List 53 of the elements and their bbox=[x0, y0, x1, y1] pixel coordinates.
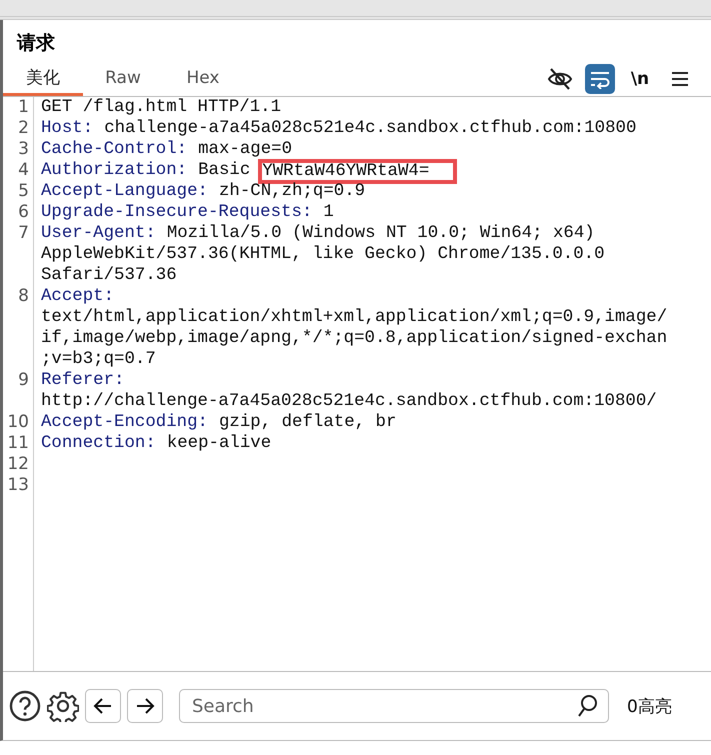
forward-button[interactable] bbox=[127, 689, 163, 723]
left-arrow-icon bbox=[93, 697, 113, 715]
header-value: 1 bbox=[323, 203, 334, 222]
header-value: Safari/537.36 bbox=[41, 266, 177, 285]
header-name: Host: bbox=[41, 119, 94, 138]
header-value: text/html,application/xhtml+xml,application/xml;q=0.9,image/ bbox=[41, 308, 668, 327]
panel-title: 请求 bbox=[16, 31, 56, 56]
newline-toggle[interactable]: \n bbox=[625, 64, 655, 94]
line-number: 4 bbox=[3, 160, 34, 181]
line-number: 9 bbox=[3, 370, 34, 412]
header-value: gzip, deflate, br bbox=[218, 413, 396, 432]
line-number: 5 bbox=[3, 181, 34, 202]
header-name: Referer: bbox=[41, 371, 124, 390]
header-name: Cache-Control: bbox=[41, 140, 188, 159]
highlight-count: 0高亮 bbox=[627, 696, 672, 718]
help-icon[interactable] bbox=[9, 690, 41, 722]
tab[interactable]: Hex bbox=[163, 62, 243, 96]
header-value: challenge-a7a45a028c521e4c.sandbox.ctfhub.com:10800 bbox=[104, 119, 636, 138]
line-number: 2 bbox=[3, 118, 34, 139]
search-field[interactable]: Search bbox=[179, 689, 609, 723]
header-name: Authorization: bbox=[41, 161, 188, 180]
line-number: 12 bbox=[3, 454, 34, 475]
line-number: 7 bbox=[3, 223, 34, 286]
line-number: 11 bbox=[3, 433, 34, 454]
header-value: AppleWebKit/537.36(KHTML, like Gecko) Chrome/135.0.0.0 bbox=[41, 245, 605, 264]
header-value: Mozilla/5.0 (Windows NT 10.0; Win64; x64) bbox=[166, 224, 595, 243]
header-value: zh-CN,zh;q=0.9 bbox=[218, 182, 366, 201]
header-value: ;v=b3;q=0.7 bbox=[41, 350, 156, 369]
right-arrow-icon bbox=[135, 697, 155, 715]
line-number: 3 bbox=[3, 139, 34, 160]
back-button[interactable] bbox=[85, 689, 121, 723]
line-number: 13 bbox=[3, 475, 34, 496]
header-value: if,image/webp,image/apng,*/*;q=0.8,application/signed-exchan bbox=[41, 329, 668, 348]
header-name: User-Agent: bbox=[41, 224, 156, 243]
header-name: Accept-Encoding: bbox=[41, 413, 208, 432]
header-value: http://challenge-a7a45a028c521e4c.sandbox.ctfhub.com:10800/ bbox=[41, 392, 657, 411]
line-number: 8 bbox=[3, 286, 34, 370]
header-value: GET /flag.html HTTP/1.1 bbox=[41, 98, 282, 117]
settings-icon[interactable] bbox=[47, 690, 79, 722]
tab[interactable]: 美化 bbox=[3, 62, 83, 96]
header-name: Accept: bbox=[41, 287, 114, 306]
header-name: Connection: bbox=[41, 434, 156, 453]
header-value: Basic bbox=[198, 161, 250, 180]
line-number: 1 bbox=[3, 97, 34, 118]
header-value: keep-alive bbox=[166, 434, 272, 453]
wrap-icon[interactable] bbox=[585, 64, 615, 94]
tab[interactable]: Raw bbox=[83, 62, 163, 96]
line-number: 6 bbox=[3, 202, 34, 223]
search-icon[interactable] bbox=[577, 694, 599, 718]
header-value: max-age=0 bbox=[198, 140, 292, 159]
line-number: 10 bbox=[3, 412, 34, 433]
header-name: Accept-Language: bbox=[41, 182, 208, 201]
header-name: Upgrade-Insecure-Requests: bbox=[41, 203, 312, 222]
